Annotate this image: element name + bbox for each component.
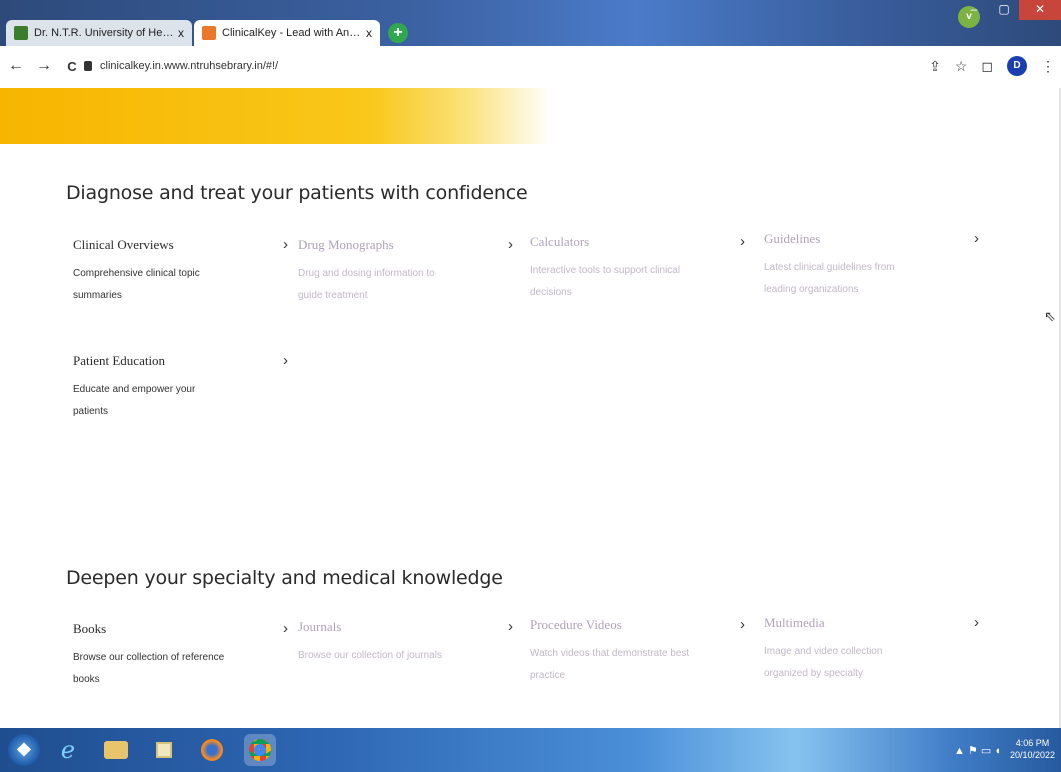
- back-arrow-icon[interactable]: ←: [4, 57, 28, 75]
- chevron-right-icon: ›: [740, 233, 745, 250]
- tab-close-icon[interactable]: x: [178, 26, 184, 40]
- card-calculators[interactable]: Calculators › Interactive tools to suppo…: [530, 233, 745, 304]
- card-books[interactable]: Books › Browse our collection of referen…: [73, 620, 288, 691]
- card-clinical-overviews[interactable]: Clinical Overviews › Comprehensive clini…: [73, 236, 288, 307]
- chevron-right-icon: ›: [974, 614, 979, 631]
- file-explorer-icon[interactable]: [100, 734, 132, 766]
- forward-arrow-icon[interactable]: →: [32, 57, 56, 75]
- browser-toolbar: ← → C clinicalkey.in.www.ntruhsebrary.in…: [0, 46, 1061, 86]
- reload-icon[interactable]: C: [60, 59, 84, 74]
- section-title-diagnose: Diagnose and treat your patients with co…: [66, 182, 528, 204]
- bookmark-star-icon[interactable]: ☆: [955, 58, 968, 75]
- browser-tab-strip: Dr. N.T.R. University of Health Sc x Cli…: [0, 0, 1061, 46]
- profile-avatar[interactable]: D: [1007, 56, 1027, 76]
- card-label: Books: [73, 620, 107, 636]
- card-label: Clinical Overviews: [73, 236, 174, 252]
- mouse-cursor-icon: ⇖: [1044, 308, 1056, 324]
- window-controls: – ▢ ✕: [959, 0, 1061, 22]
- card-label: Procedure Videos: [530, 616, 622, 632]
- tab-close-icon[interactable]: x: [366, 26, 372, 40]
- card-description: Browse our collection of journals: [298, 650, 442, 661]
- card-drug-monographs[interactable]: Drug Monographs › Drug and dosing inform…: [298, 236, 513, 307]
- card-description: Comprehensive clinical topic summaries: [73, 268, 200, 301]
- chrome-icon[interactable]: [244, 734, 276, 766]
- side-panel-icon[interactable]: ◻: [981, 58, 993, 75]
- chevron-right-icon: ›: [740, 616, 745, 633]
- section-title-deepen: Deepen your specialty and medical knowle…: [66, 567, 503, 589]
- card-label: Guidelines: [764, 230, 821, 246]
- taskbar-clock[interactable]: 4:06 PM 20/10/2022: [1010, 737, 1055, 761]
- address-bar[interactable]: clinicalkey.in.www.ntruhsebrary.in/#!/: [84, 57, 278, 75]
- card-description: Drug and dosing information to guide tre…: [298, 268, 435, 301]
- chevron-right-icon: ›: [508, 618, 513, 635]
- card-journals[interactable]: Journals › Browse our collection of jour…: [298, 618, 513, 667]
- share-icon[interactable]: ⇪: [929, 58, 941, 75]
- card-description: Image and video collection organized by …: [764, 646, 883, 679]
- windows-taskbar: ❖ e ▲ ⚑ ▭ ◖ 4:06 PM 20/10/2022: [0, 728, 1061, 772]
- tab-clinicalkey[interactable]: ClinicalKey - Lead with Answers x: [194, 20, 380, 46]
- clinicalkey-header-banner: [0, 88, 1061, 144]
- university-favicon-icon: [14, 26, 28, 40]
- tab-title: ClinicalKey - Lead with Answers: [222, 27, 362, 39]
- card-multimedia[interactable]: Multimedia › Image and video collection …: [764, 614, 979, 685]
- chevron-right-icon: ›: [283, 352, 288, 369]
- card-description: Latest clinical guidelines from leading …: [764, 262, 895, 295]
- chevron-right-icon: ›: [508, 236, 513, 253]
- card-patient-education[interactable]: Patient Education › Educate and empower …: [73, 352, 288, 423]
- media-player-icon[interactable]: [148, 734, 180, 766]
- window-close-button[interactable]: ✕: [1019, 0, 1061, 20]
- toolbar-actions: ⇪ ☆ ◻ D ⋮: [929, 56, 1055, 76]
- tab-title: Dr. N.T.R. University of Health Sc: [34, 27, 174, 39]
- card-guidelines[interactable]: Guidelines › Latest clinical guidelines …: [764, 230, 979, 301]
- card-label: Drug Monographs: [298, 236, 394, 252]
- system-tray-icons[interactable]: ▲ ⚑ ▭ ◖: [954, 744, 1001, 757]
- menu-kebab-icon[interactable]: ⋮: [1041, 58, 1055, 75]
- card-procedure-videos[interactable]: Procedure Videos › Watch videos that dem…: [530, 616, 745, 687]
- chevron-right-icon: ›: [283, 620, 288, 637]
- card-description: Educate and empower your patients: [73, 384, 196, 417]
- card-label: Calculators: [530, 233, 590, 249]
- card-label: Patient Education: [73, 352, 166, 368]
- tab-ntr-university[interactable]: Dr. N.T.R. University of Health Sc x: [6, 20, 192, 46]
- maximize-button[interactable]: ▢: [989, 0, 1019, 20]
- new-tab-button[interactable]: +: [388, 23, 408, 43]
- firefox-icon[interactable]: [196, 734, 228, 766]
- card-label: Journals: [298, 618, 342, 634]
- internet-explorer-icon[interactable]: e: [52, 734, 84, 766]
- chevron-right-icon: ›: [974, 230, 979, 247]
- card-description: Watch videos that demonstrate best pract…: [530, 648, 690, 681]
- url-text: clinicalkey.in.www.ntruhsebrary.in/#!/: [100, 60, 279, 72]
- card-label: Multimedia: [764, 614, 825, 630]
- start-button[interactable]: ❖: [8, 734, 40, 766]
- clock-date: 20/10/2022: [1009, 750, 1055, 760]
- lock-icon[interactable]: [84, 61, 92, 71]
- clinicalkey-favicon-icon: [202, 26, 216, 40]
- card-description: Interactive tools to support clinical de…: [530, 265, 681, 298]
- minimize-button[interactable]: –: [959, 0, 989, 20]
- card-description: Browse our collection of reference books: [73, 652, 225, 685]
- clock-time: 4:06 PM: [1015, 738, 1050, 748]
- chevron-right-icon: ›: [283, 236, 288, 253]
